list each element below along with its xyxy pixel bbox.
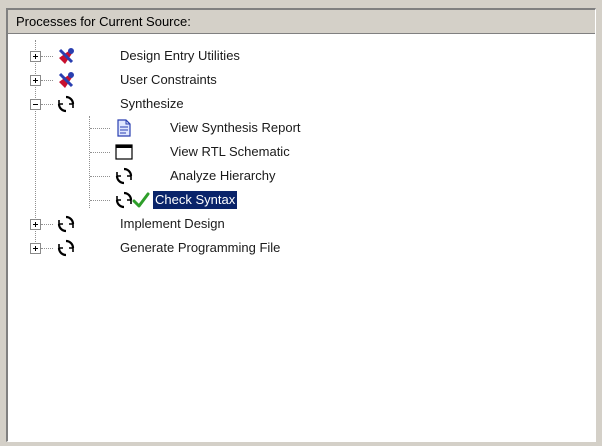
panel-title: Processes for Current Source: xyxy=(16,14,191,29)
tree-line xyxy=(90,152,110,153)
node-label[interactable]: Design Entry Utilities xyxy=(118,47,242,65)
tree-line xyxy=(90,200,110,201)
checkmark-icon xyxy=(132,192,150,208)
tree-line xyxy=(41,80,53,81)
report-icon xyxy=(117,119,131,137)
tree-line xyxy=(89,116,90,208)
tree-line xyxy=(41,56,53,57)
tools-icon xyxy=(58,72,74,88)
tools-icon xyxy=(58,48,74,64)
node-label[interactable]: Generate Programming File xyxy=(118,239,282,257)
node-label[interactable]: User Constraints xyxy=(118,71,219,89)
tree-line xyxy=(35,40,36,246)
expand-icon[interactable] xyxy=(30,219,41,230)
node-label-selected[interactable]: Check Syntax xyxy=(153,191,238,209)
schematic-window-icon xyxy=(115,144,133,160)
tree-line xyxy=(90,176,110,177)
expand-icon[interactable] xyxy=(30,51,41,62)
processes-panel: Processes for Current Source: Design Ent… xyxy=(6,8,596,442)
node-label[interactable]: Synthesize xyxy=(118,95,186,113)
tree-line xyxy=(41,248,53,249)
node-label[interactable]: Implement Design xyxy=(118,215,227,233)
process-icon xyxy=(57,215,75,233)
process-icon xyxy=(115,167,133,185)
node-label[interactable]: View RTL Schematic xyxy=(168,143,292,161)
collapse-icon[interactable] xyxy=(30,99,41,110)
tree-line xyxy=(90,128,110,129)
expand-icon[interactable] xyxy=(30,75,41,86)
tree-line xyxy=(41,104,53,105)
panel-header: Processes for Current Source: xyxy=(8,10,595,34)
node-label[interactable]: View Synthesis Report xyxy=(168,119,303,137)
process-icon xyxy=(115,191,133,209)
expand-icon[interactable] xyxy=(30,243,41,254)
process-icon xyxy=(57,95,75,113)
tree-line xyxy=(41,224,53,225)
node-label[interactable]: Analyze Hierarchy xyxy=(168,167,278,185)
process-icon xyxy=(57,239,75,257)
process-tree[interactable]: Design Entry Utilities User Constraints xyxy=(8,34,595,441)
